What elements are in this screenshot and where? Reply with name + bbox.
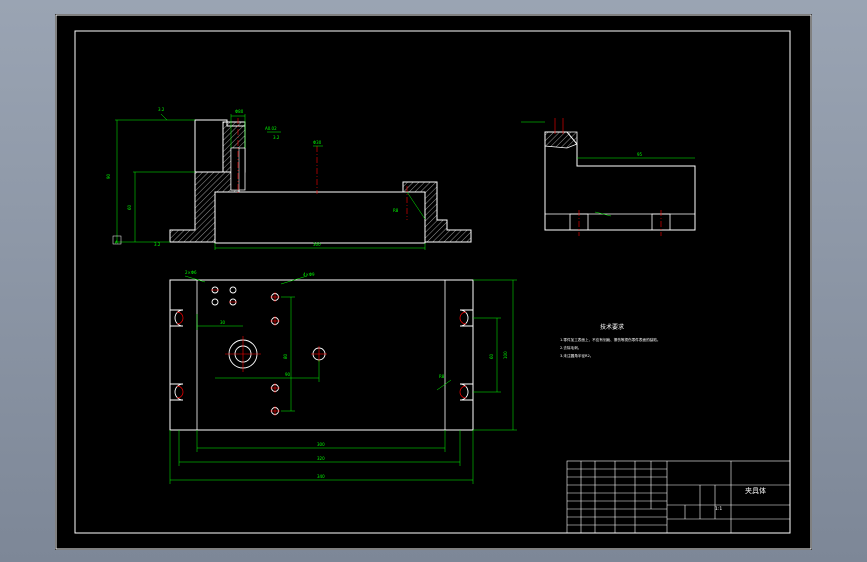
requirement-item-2: 2.去除毛刺。: [560, 346, 582, 350]
svg-text:340: 340: [317, 474, 325, 479]
requirement-item-1: 1.零件加工表面上，不应有划痕、擦伤等损伤零件表面的缺陷。: [560, 338, 661, 342]
inner-frame: [74, 30, 791, 534]
svg-text:100: 100: [503, 351, 508, 359]
svg-text:300: 300: [317, 442, 325, 447]
drawing-canvas: 90 60 300 Φ80 Φ30 R8 A0.02 3.2 3.2 3.2 A: [55, 14, 812, 550]
svg-text:4×Φ9: 4×Φ9: [303, 272, 315, 277]
front-section-view: 90 60 300 Φ80 Φ30 R8 A0.02 3.2 3.2 3.2 A: [106, 107, 472, 250]
svg-text:Φ30: Φ30: [313, 140, 322, 145]
outer-frame: [55, 14, 812, 550]
svg-text:30: 30: [220, 320, 226, 325]
svg-text:3.2: 3.2: [154, 242, 161, 247]
svg-text:60: 60: [127, 204, 132, 210]
technical-requirements: 技术要求 1.零件加工表面上，不应有划痕、擦伤等损伤零件表面的缺陷。 2.去除毛…: [560, 324, 740, 360]
technical-requirements-title: 技术要求: [600, 324, 625, 331]
svg-text:320: 320: [317, 456, 325, 461]
svg-text:90: 90: [285, 372, 291, 377]
title-block: [566, 460, 791, 534]
top-view: 300 320 340 100 60 30 90 80 4×Φ9 R8 2×Φ6: [169, 270, 517, 484]
svg-text:Φ80: Φ80: [235, 109, 244, 114]
svg-text:R8: R8: [439, 374, 445, 379]
svg-text:90: 90: [106, 173, 111, 179]
svg-text:300: 300: [313, 242, 321, 247]
svg-text:60: 60: [489, 353, 494, 359]
part-name: 夹具体: [745, 487, 766, 495]
drawing-scale: 1:1: [715, 507, 723, 512]
svg-text:2×Φ6: 2×Φ6: [185, 270, 197, 275]
plan-outline: [169, 279, 474, 431]
svg-text:3.2: 3.2: [273, 135, 280, 140]
svg-text:3.2: 3.2: [158, 107, 165, 112]
side-view: 95: [521, 118, 696, 236]
cad-viewport[interactable]: 90 60 300 Φ80 Φ30 R8 A0.02 3.2 3.2 3.2 A: [0, 0, 867, 562]
svg-text:A0.02: A0.02: [265, 126, 277, 131]
svg-text:80: 80: [283, 353, 288, 359]
svg-text:95: 95: [637, 152, 643, 157]
front-cavity: [214, 191, 426, 244]
requirement-item-3: 3.未注圆角半径R2。: [560, 354, 594, 358]
drawing-sheet[interactable]: 90 60 300 Φ80 Φ30 R8 A0.02 3.2 3.2 3.2 A: [55, 14, 812, 550]
svg-text:R8: R8: [393, 208, 399, 213]
